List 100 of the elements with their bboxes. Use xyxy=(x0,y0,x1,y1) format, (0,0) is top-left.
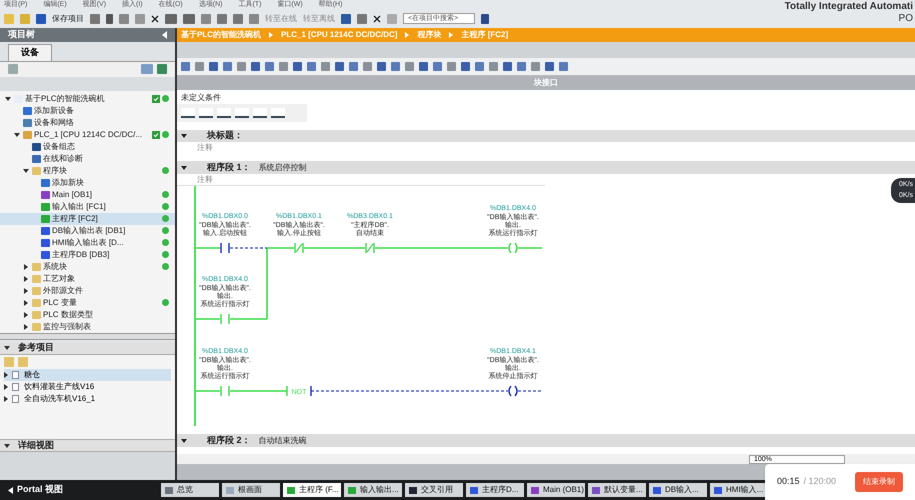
tree-item[interactable]: PLC 数据类型 xyxy=(0,308,175,320)
item-label: DB输入输出表 [DB1] xyxy=(52,224,126,236)
tree-item[interactable]: 输入输出 [FC1] xyxy=(0,200,175,212)
rung-wire xyxy=(518,390,542,392)
collapse-arrow-icon[interactable] xyxy=(181,166,187,170)
network-comment[interactable]: 注释 xyxy=(177,174,545,186)
nc-contact-symbol[interactable] xyxy=(365,243,375,253)
horizontal-scrollbar[interactable] xyxy=(0,333,175,340)
collapse-arrow-icon[interactable] xyxy=(4,444,10,448)
item-label: 工艺对象 xyxy=(43,272,75,284)
network-header[interactable]: 程序段 2： 自动结束洗碗 xyxy=(177,434,915,447)
item-label: 系统块 xyxy=(43,260,67,272)
breadcrumb-arrow-icon xyxy=(405,32,410,38)
reference-item[interactable]: 全自动洗车机V16_1 xyxy=(4,393,171,405)
network-label: 程序段 1： xyxy=(207,160,251,174)
tree-item[interactable]: 设备组态 xyxy=(0,140,175,152)
coil-symbol[interactable] xyxy=(508,386,518,396)
brand-title: Totally Integrated Automati xyxy=(784,1,913,13)
network-title: 自动结束洗碗 xyxy=(258,434,307,446)
network-title: 系统启停控制 xyxy=(258,162,307,174)
condition-label: 未定义条件 xyxy=(181,92,221,104)
editor-tab[interactable]: 总览 xyxy=(161,483,219,497)
editor-tab[interactable]: 主程序D... xyxy=(466,483,524,497)
rung-wire xyxy=(518,247,542,249)
tree-item[interactable]: HMI输入输出表 [D... xyxy=(0,236,175,248)
collapse-arrow-icon[interactable] xyxy=(181,134,187,138)
portal-view-button[interactable]: Portal 视图 xyxy=(8,483,158,497)
collapsed-arrow-icon[interactable] xyxy=(24,312,28,318)
tree-item[interactable]: 系统块 xyxy=(0,260,175,272)
item-label: 在线和诊断 xyxy=(43,152,83,164)
branch-wire xyxy=(266,248,268,319)
brand-subtitle: PO xyxy=(898,13,913,24)
item-label: 全自动洗车机V16_1 xyxy=(23,393,96,405)
item-label: 添加新设备 xyxy=(34,104,74,116)
tree-item[interactable]: 程序块 xyxy=(0,164,175,176)
tree-item[interactable]: 主程序 [FC2] xyxy=(0,212,175,224)
tree-item[interactable]: 主程序DB [DB3] xyxy=(0,248,175,260)
editor-tab[interactable]: 默认变量... xyxy=(588,483,646,497)
devices-tab[interactable]: 设备 xyxy=(8,44,52,60)
reference-item[interactable]: 糖仓 xyxy=(4,369,171,381)
total-time: / 120:00 xyxy=(804,475,836,488)
collapsed-arrow-icon[interactable] xyxy=(24,276,28,282)
no-contact-symbol[interactable] xyxy=(220,243,230,253)
delete-icon[interactable] xyxy=(151,14,159,22)
item-label: HMI输入输出表 [D... xyxy=(52,236,124,248)
block-interface-label: 块接口 xyxy=(534,77,558,89)
item-label: 基于PLC的智能洗碗机 xyxy=(25,92,105,104)
item-label: 输入输出 [FC1] xyxy=(52,200,106,212)
tree-item[interactable]: 外部源文件 xyxy=(0,284,175,296)
rung-wire xyxy=(195,390,220,392)
panel-title: 项目树 xyxy=(8,28,35,42)
elapsed-time: 00:15 xyxy=(777,475,800,488)
collapsed-arrow-icon[interactable] xyxy=(24,300,28,306)
tree-item[interactable]: PLC_1 [CPU 1214C DC/DC/... xyxy=(0,128,175,140)
item-label: 程序块 xyxy=(43,164,67,176)
tree-item[interactable]: 基于PLC的智能洗碗机 xyxy=(0,92,175,104)
tree-item[interactable]: 添加新设备 xyxy=(0,104,175,116)
block-comment[interactable]: 注释 xyxy=(177,142,915,153)
reference-item[interactable]: 饮料灌装生产线V16 xyxy=(4,381,171,393)
tree-item[interactable]: 添加新块 xyxy=(0,176,175,188)
editor-tab[interactable]: HMI输入... xyxy=(710,483,768,497)
editor-tab[interactable]: 交叉引用 xyxy=(405,483,463,497)
block-title-label: 块标题： xyxy=(207,129,243,142)
editor-tab[interactable]: 输入输出... xyxy=(344,483,402,497)
breadcrumb-arrow-icon xyxy=(269,32,273,38)
item-label: 主程序DB [DB3] xyxy=(52,248,110,260)
collapse-arrow-icon[interactable] xyxy=(181,438,187,442)
editor-tab[interactable]: DB输入... xyxy=(649,483,707,497)
block-title-header[interactable]: 块标题： xyxy=(177,130,915,142)
editor-tab[interactable]: 根画面 xyxy=(222,483,280,497)
network-label: 程序段 2： xyxy=(207,434,251,447)
item-label: 监控与强制表 xyxy=(43,320,91,332)
item-label: 设备和网络 xyxy=(34,116,74,128)
editor-tab[interactable]: Main (OB1) xyxy=(527,483,585,497)
rung-wire xyxy=(195,318,220,320)
item-label: Main [OB1] xyxy=(52,188,92,200)
collapse-arrow-icon[interactable] xyxy=(4,346,10,350)
network-header[interactable]: 程序段 1： 系统启停控制 xyxy=(177,161,915,174)
collapsed-arrow-icon[interactable] xyxy=(24,288,28,294)
close-icon[interactable] xyxy=(373,14,381,22)
item-label: 饮料灌装生产线V16 xyxy=(23,381,96,393)
tree-item[interactable]: Main [OB1] xyxy=(0,188,175,200)
collapsed-arrow-icon[interactable] xyxy=(24,264,28,270)
item-label: PLC_1 [CPU 1214C DC/DC/... xyxy=(34,128,142,140)
item-label: 主程序 [FC2] xyxy=(52,212,98,224)
breadcrumb-arrow-icon xyxy=(449,32,454,38)
item-label: 糖仓 xyxy=(23,369,41,381)
nc-contact-symbol[interactable] xyxy=(294,243,304,253)
tree-item[interactable]: PLC 变量 xyxy=(0,296,175,308)
item-label: PLC 数据类型 xyxy=(43,308,93,320)
save-project-button[interactable]: 保存项目 xyxy=(52,12,84,24)
item-label: 外部源文件 xyxy=(43,284,83,296)
item-label: 设备组态 xyxy=(43,140,75,152)
tree-item[interactable]: 在线和诊断 xyxy=(0,152,175,164)
tree-item[interactable]: 工艺对象 xyxy=(0,272,175,284)
panel-title: 详细视图 xyxy=(18,438,54,452)
tree-item[interactable]: DB输入输出表 [DB1] xyxy=(0,224,175,236)
tree-item[interactable]: 设备和网络 xyxy=(0,116,175,128)
editor-tab[interactable]: 主程序 (F... xyxy=(283,483,341,497)
rung-wire xyxy=(230,390,287,392)
